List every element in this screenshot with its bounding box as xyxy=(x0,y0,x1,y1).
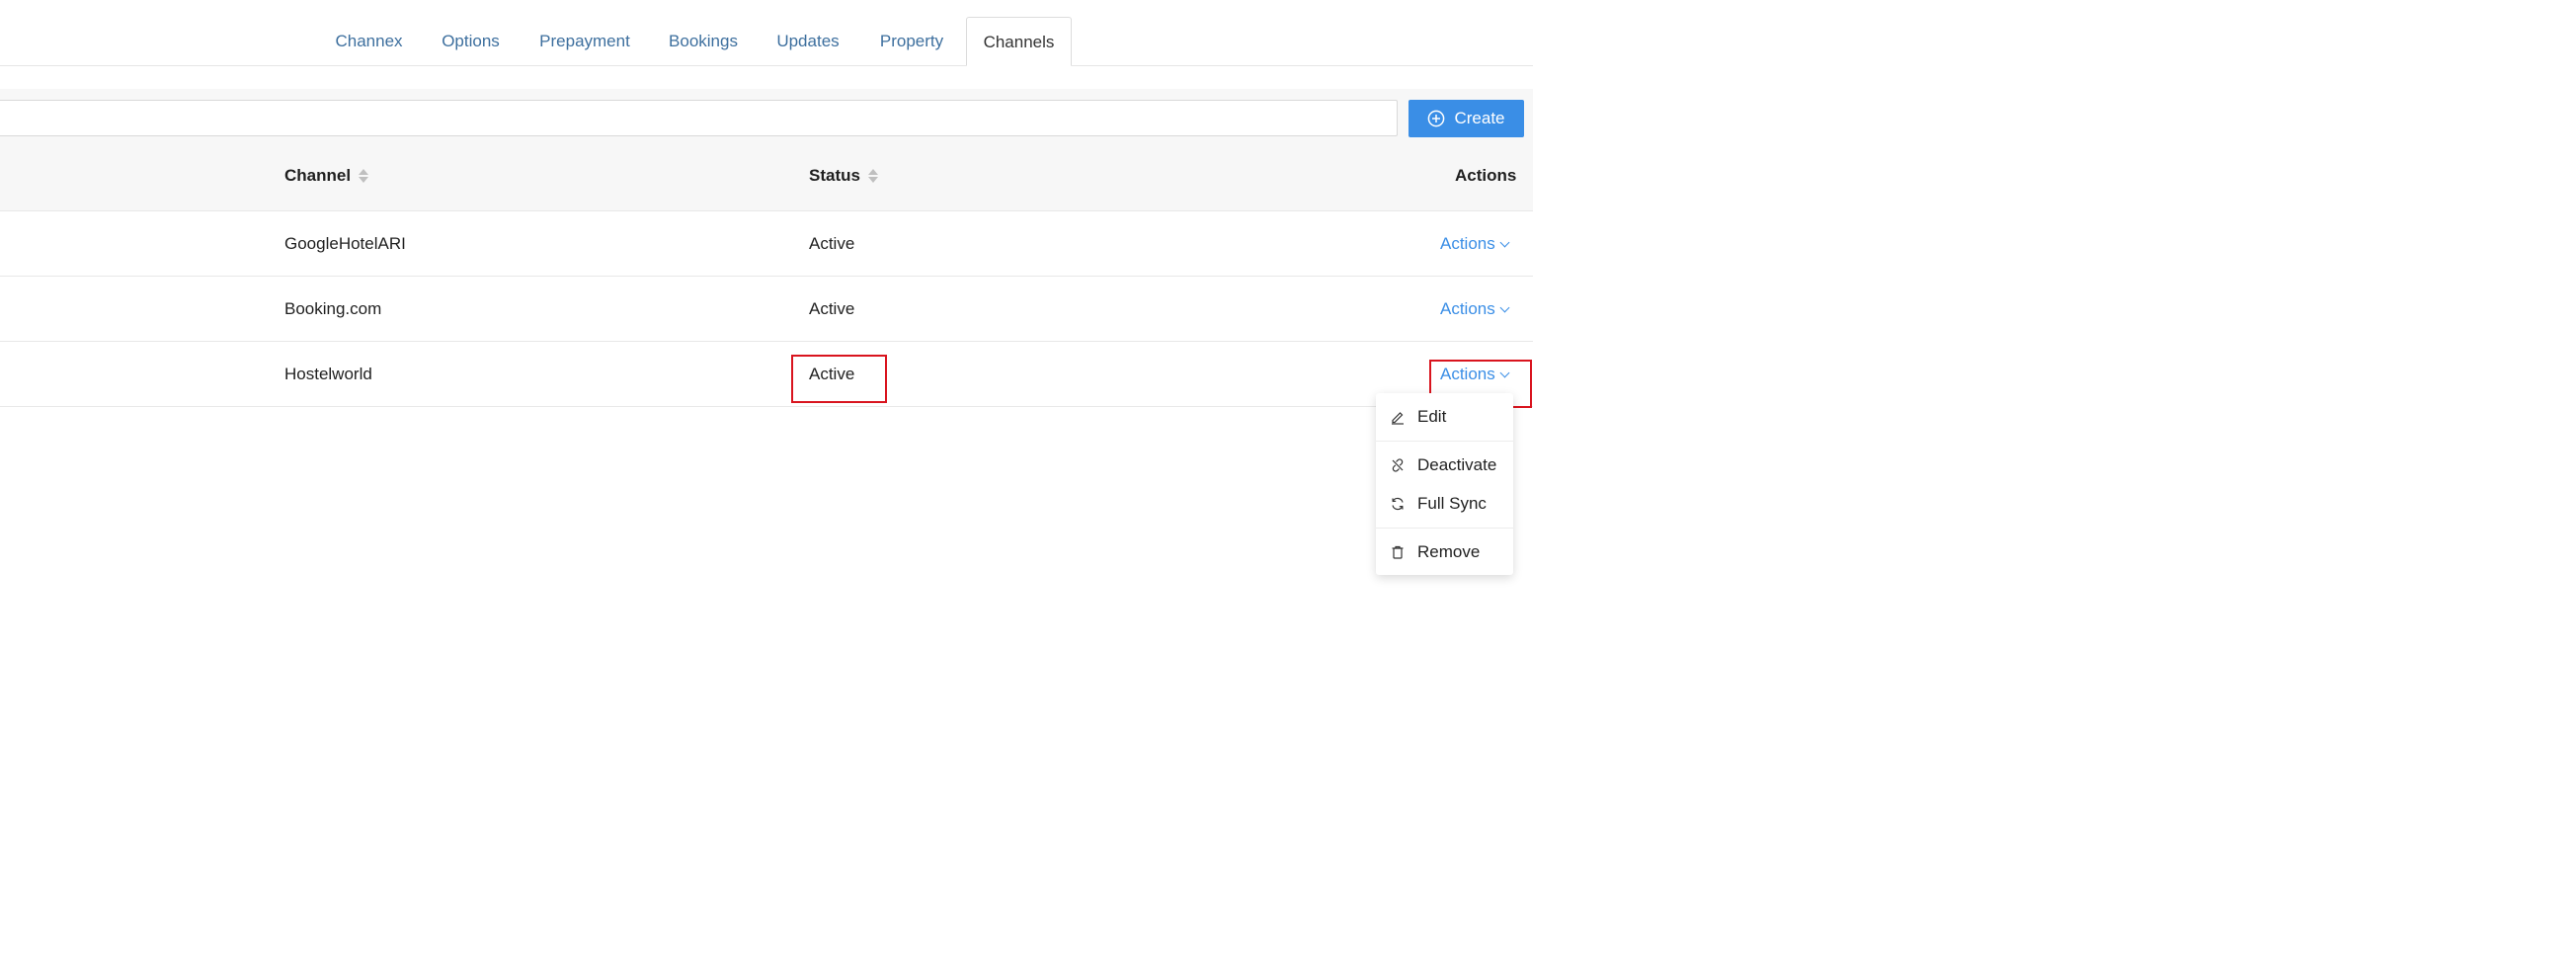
menu-item-label: Remove xyxy=(1417,541,1481,561)
menu-item-deactivate[interactable]: Deactivate xyxy=(1376,446,1513,484)
toolbar xyxy=(0,89,1533,138)
tab-bookings[interactable]: Bookings xyxy=(659,17,748,66)
chevron-down-icon xyxy=(1499,368,1510,377)
tab-prepayment[interactable]: Prepayment xyxy=(529,17,640,66)
menu-item-label: Deactivate xyxy=(1417,454,1497,474)
menu-item-full-sync[interactable]: Full Sync xyxy=(1376,484,1513,523)
actions-dropdown-trigger[interactable]: Actions xyxy=(1440,277,1510,342)
menu-divider xyxy=(1376,528,1513,529)
unlink-icon xyxy=(1392,458,1404,472)
sync-icon xyxy=(1392,497,1404,511)
tab-channex[interactable]: Channex xyxy=(326,17,412,66)
tab-updates[interactable]: Updates xyxy=(766,17,849,66)
tab-options[interactable]: Options xyxy=(431,17,511,66)
trash-icon xyxy=(1392,545,1404,559)
chevron-down-icon xyxy=(1499,302,1510,312)
table-header: Channel Status Actions xyxy=(0,138,1533,211)
menu-item-edit[interactable]: Edit xyxy=(1376,397,1513,436)
column-header-actions: Actions xyxy=(1455,138,1516,211)
column-header-channel[interactable]: Channel xyxy=(284,138,369,211)
column-header-status[interactable]: Status xyxy=(809,138,878,211)
column-header-actions-label: Actions xyxy=(1455,165,1517,185)
status-cell: Active xyxy=(809,234,855,253)
column-header-channel-label: Channel xyxy=(284,165,352,185)
plus-circle-icon xyxy=(1428,110,1445,127)
actions-label: Actions xyxy=(1440,299,1495,318)
edit-icon xyxy=(1392,412,1404,425)
search-input[interactable] xyxy=(0,100,1398,136)
actions-label: Actions xyxy=(1440,365,1495,383)
menu-item-label: Edit xyxy=(1417,406,1447,426)
table-row: GoogleHotelARI Active Actions xyxy=(0,211,1533,277)
status-cell: Active xyxy=(809,365,855,383)
table-row: Hostelworld Active Actions xyxy=(0,342,1533,407)
column-header-status-label: Status xyxy=(809,165,860,185)
tab-bar: Channex Options Prepayment Bookings Upda… xyxy=(0,0,1533,66)
menu-item-remove[interactable]: Remove xyxy=(1376,532,1513,571)
chevron-down-icon xyxy=(1499,237,1510,247)
channel-cell: GoogleHotelARI xyxy=(284,234,406,253)
sort-icon[interactable] xyxy=(867,169,878,183)
tab-property[interactable]: Property xyxy=(868,17,955,66)
status-cell: Active xyxy=(809,299,855,318)
actions-label: Actions xyxy=(1440,234,1495,253)
actions-dropdown-menu: Edit Deactivate Full Sync Remove xyxy=(1376,393,1513,575)
menu-divider xyxy=(1376,441,1513,442)
menu-item-label: Full Sync xyxy=(1417,493,1487,513)
channel-cell: Booking.com xyxy=(284,299,382,318)
create-button[interactable]: Create xyxy=(1409,100,1524,137)
sort-icon[interactable] xyxy=(359,169,369,183)
table-row: Booking.com Active Actions xyxy=(0,277,1533,342)
tab-channels[interactable]: Channels xyxy=(966,17,1072,66)
actions-dropdown-trigger[interactable]: Actions xyxy=(1440,211,1510,277)
create-button-label: Create xyxy=(1454,109,1505,127)
channels-page: Channex Options Prepayment Bookings Upda… xyxy=(0,0,1533,589)
channel-cell: Hostelworld xyxy=(284,365,372,383)
